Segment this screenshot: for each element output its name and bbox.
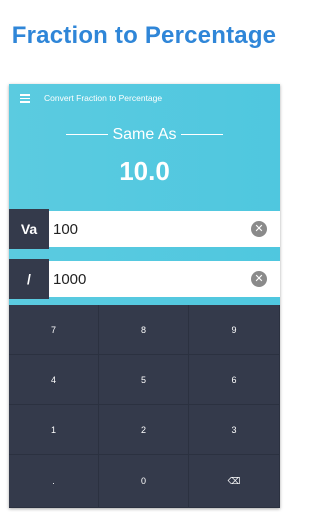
key-8[interactable]: 8 [99, 305, 189, 355]
denominator-input[interactable]: 1000 ✕ [49, 261, 280, 297]
denominator-row: / 1000 ✕ [9, 259, 280, 299]
key-5[interactable]: 5 [99, 355, 189, 405]
key-6[interactable]: 6 [189, 355, 280, 405]
clear-denominator-icon[interactable]: ✕ [251, 271, 267, 287]
app-bar-title: Convert Fraction to Percentage [44, 93, 163, 103]
key-3[interactable]: 3 [189, 405, 280, 455]
numerator-input[interactable]: 100 ✕ [49, 211, 280, 247]
app-screen: Convert Fraction to Percentage Same As 1… [9, 84, 280, 508]
key-4[interactable]: 4 [9, 355, 99, 405]
result-label: Same As [9, 126, 280, 144]
backspace-icon: ⌫ [227, 475, 241, 486]
keypad: 7 8 9 4 5 6 1 2 3 . 0 ⌫ [9, 305, 280, 508]
backspace-key[interactable]: ⌫ [189, 455, 280, 508]
key-7[interactable]: 7 [9, 305, 99, 355]
key-decimal[interactable]: . [9, 455, 99, 508]
numerator-value: 100 [53, 221, 79, 238]
numerator-row: Va 100 ✕ [9, 209, 280, 249]
promo-title: Fraction to Percentage [11, 22, 277, 49]
key-0[interactable]: 0 [99, 455, 189, 508]
numerator-label: Va [9, 209, 49, 249]
divider-right [180, 134, 223, 136]
hamburger-menu-icon[interactable] [20, 94, 30, 103]
denominator-value: 1000 [53, 271, 87, 288]
key-9[interactable]: 9 [189, 305, 280, 355]
result-value: 10.0 [119, 156, 170, 186]
key-1[interactable]: 1 [9, 405, 99, 455]
denominator-label: / [9, 259, 49, 299]
clear-numerator-icon[interactable]: ✕ [251, 221, 267, 237]
app-bar: Convert Fraction to Percentage [9, 84, 280, 114]
divider-left [66, 134, 109, 136]
result-label-text: Same As [112, 126, 177, 143]
key-2[interactable]: 2 [99, 405, 189, 455]
result-header: Convert Fraction to Percentage Same As 1… [9, 84, 280, 305]
